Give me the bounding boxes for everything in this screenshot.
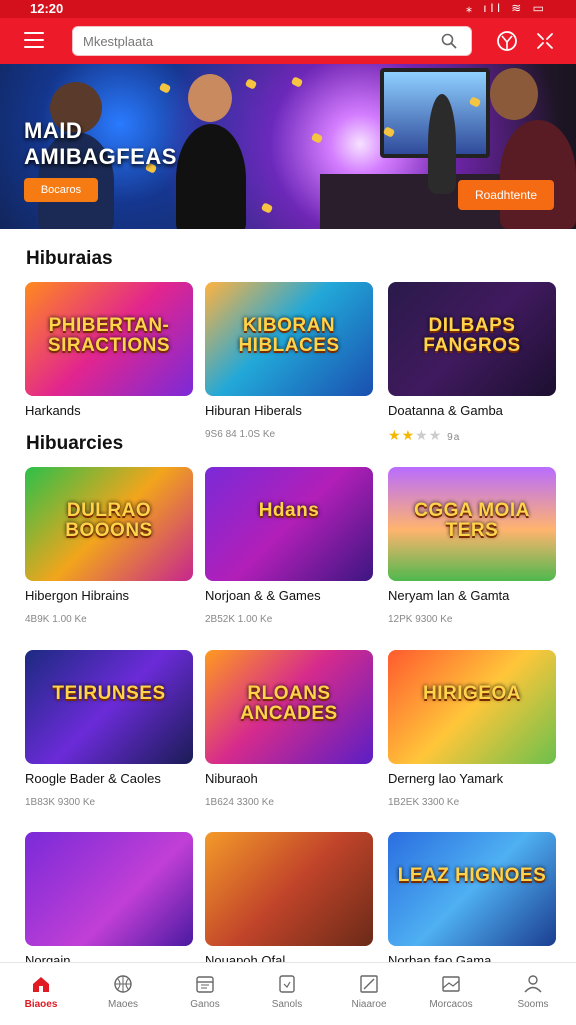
game-card-image[interactable]: DULRAO BOOONS — [25, 467, 193, 581]
banner-title-line2: AMIBAGFEAS — [24, 144, 177, 169]
banner-girl-body — [428, 94, 456, 194]
search-icon[interactable] — [441, 33, 457, 49]
nav-item-calendar[interactable]: Ganos — [164, 963, 246, 1025]
game-card-title[interactable]: Dernerg lao Yamark — [388, 771, 503, 786]
nav-label: Morcacos — [429, 999, 473, 1010]
coin-decoration — [260, 202, 274, 214]
edit-icon — [360, 975, 378, 993]
game-card-title[interactable]: Harkands — [25, 403, 81, 418]
rating-stars: ★★★★ 9a — [388, 427, 461, 443]
image-icon — [442, 976, 460, 992]
nav-item-edit[interactable]: Niaaroe — [328, 963, 410, 1025]
game-card-title[interactable]: Norjoan & & Games — [205, 588, 321, 603]
expand-icon[interactable] — [534, 30, 556, 52]
game-card-image[interactable] — [205, 832, 373, 946]
status-bar: 12:20 ⁎ ıll ≋ ▭ — [0, 0, 576, 18]
search-placeholder: Mkestplaata — [83, 34, 154, 49]
game-card-art-text: PHIBERTAN- SIRACTIONS — [47, 315, 171, 356]
game-card-art-text: DULRAO BOOONS — [65, 500, 153, 541]
game-card-image[interactable]: PHIBERTAN- SIRACTIONS — [25, 282, 193, 396]
menu-icon[interactable] — [24, 32, 44, 48]
game-card-meta: 12PK 9300 Ke — [388, 614, 453, 625]
coin-decoration — [310, 132, 324, 144]
bottom-navigation: Biaoes Maoes Ganos Sanols Niaaroe Morcacos Soo… — [0, 962, 576, 1024]
coin-decoration — [244, 78, 258, 90]
game-card-image[interactable]: CGGA MOIA TERS — [388, 467, 556, 581]
game-card-title[interactable]: Hibergon Hibrains — [25, 588, 129, 603]
app-bar: Mkestplaata — [0, 18, 576, 64]
game-card-meta: 1B2EK 3300 Ke — [388, 797, 460, 808]
game-card-art-text: DILBAPS FANGROS — [423, 315, 521, 356]
nav-label: Sanols — [271, 999, 303, 1010]
section-title: Hibuarcies — [26, 433, 124, 454]
nav-label: Sooms — [517, 999, 549, 1010]
game-card-meta: 2B52K 1.00 Ke — [205, 614, 273, 625]
coin-decoration — [158, 82, 172, 94]
banner-person-right-body — [500, 120, 576, 229]
coin-decoration — [290, 76, 304, 88]
game-card-title[interactable]: Doatanna & Gamba — [388, 403, 503, 418]
game-card-image[interactable]: Hdans — [205, 467, 373, 581]
banner-boy-head — [188, 74, 232, 122]
game-card-meta: 4B9K 1.00 Ke — [25, 614, 87, 625]
status-icons: ⁎ ıll ≋ ▭ — [465, 1, 548, 15]
game-card-image[interactable] — [25, 832, 193, 946]
game-card-image[interactable]: HIRIGEOA — [388, 650, 556, 764]
rating-value: 9a — [447, 432, 461, 443]
banner-cta-button[interactable]: Roadhtente — [458, 180, 554, 210]
game-card-title[interactable]: Roogle Bader & Caoles — [25, 771, 161, 786]
nav-item-tag[interactable]: Sanols — [246, 963, 328, 1025]
nav-label: Niaaroe — [351, 999, 387, 1010]
game-card-art-text: RLOANS ANCADES — [240, 683, 338, 724]
home-icon — [33, 977, 49, 992]
game-card-art-text: LEAZ HIGNOES — [397, 865, 547, 886]
game-card-title[interactable]: Hiburan Hiberals — [205, 403, 302, 418]
banner-title-line1: MAID — [24, 118, 83, 143]
nav-item-user[interactable]: Sooms — [492, 963, 574, 1025]
banner-left-button[interactable]: Bocaros — [24, 178, 98, 202]
game-card-image[interactable]: DILBAPS FANGROS — [388, 282, 556, 396]
banner-title: MAID AMIBAGFEAS — [24, 118, 177, 170]
game-card-art-text: CGGA MOIA TERS — [414, 500, 530, 541]
nav-label: Biaoes — [24, 999, 58, 1010]
game-card-art-text: HIRIGEOA — [423, 683, 521, 704]
calendar-icon — [196, 976, 214, 993]
game-card-meta: 1B83K 9300 Ke — [25, 797, 96, 808]
sports-ball-icon[interactable] — [496, 30, 518, 52]
tag-icon — [279, 975, 295, 993]
nav-label: Maoes — [107, 999, 138, 1010]
game-card-image[interactable]: TEIRUNSES — [25, 650, 193, 764]
nav-label: Ganos — [190, 999, 220, 1010]
banner-person-right-head — [490, 68, 538, 120]
game-card-image[interactable]: KIBORAN HIBLACES — [205, 282, 373, 396]
search-input[interactable]: Mkestplaata — [72, 26, 472, 56]
basketball-icon — [114, 975, 132, 993]
nav-item-image[interactable]: Morcacos — [410, 963, 492, 1025]
game-card-title[interactable]: Neryam lan & Gamta — [388, 588, 509, 603]
nav-item-home[interactable]: Biaoes — [0, 963, 82, 1025]
user-icon — [524, 975, 542, 993]
status-time: 12:20 — [30, 1, 64, 16]
banner-boy-body — [176, 124, 246, 229]
game-card-image[interactable]: RLOANS ANCADES — [205, 650, 373, 764]
game-card-art-text: TEIRUNSES — [52, 683, 166, 704]
game-card-meta: 1B624 3300 Ke — [205, 797, 274, 808]
game-card-meta: 9S6 84 1.0S Ke — [205, 429, 276, 440]
game-card-art-text: KIBORAN HIBLACES — [238, 315, 340, 356]
game-card-image[interactable]: LEAZ HIGNOES — [388, 832, 556, 946]
game-card-title[interactable]: Niburaoh — [205, 771, 258, 786]
game-card-art-text: Hdans — [258, 500, 320, 521]
nav-item-basketball[interactable]: Maoes — [82, 963, 164, 1025]
section-title: Hiburaias — [26, 248, 113, 269]
